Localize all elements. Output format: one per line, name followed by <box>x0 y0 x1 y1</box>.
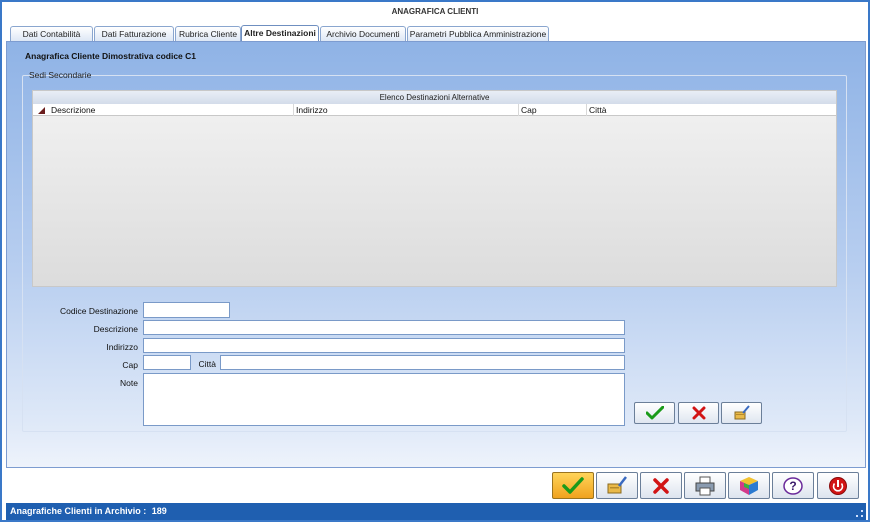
descrizione-label: Descrizione <box>93 324 138 334</box>
cap-input[interactable] <box>143 355 191 370</box>
note-textarea[interactable] <box>143 373 625 426</box>
codice-destinazione-input[interactable] <box>143 302 230 318</box>
note-label: Note <box>120 378 138 388</box>
status-count: 189 <box>151 506 167 516</box>
check-icon <box>562 476 584 494</box>
cap-label: Cap <box>122 360 138 370</box>
x-icon <box>653 477 669 494</box>
status-label: Anagrafiche Clienti in Archivio : <box>10 506 147 516</box>
broom-icon <box>607 475 627 493</box>
clear-row-button[interactable] <box>721 402 762 424</box>
codice-destinazione-label: Codice Destinazione <box>60 306 138 316</box>
tab-dati-fatturazione[interactable]: Dati Fatturazione <box>94 26 174 41</box>
cancel-button[interactable] <box>640 472 682 499</box>
clear-form-button[interactable] <box>596 472 638 499</box>
check-icon <box>645 406 664 420</box>
window-title: ANAGRAFICA CLIENTI <box>2 2 868 24</box>
help-icon: ? <box>783 476 803 495</box>
citta-input[interactable] <box>220 355 625 370</box>
page-title: Anagrafica Cliente Dimostrativa codice C… <box>25 51 197 61</box>
column-header-cap[interactable]: Cap <box>518 104 586 116</box>
indirizzo-label: Indirizzo <box>106 342 138 352</box>
client-registry-window: ANAGRAFICA CLIENTI Dati Contabilità Dati… <box>0 0 870 522</box>
cube-button[interactable] <box>728 472 770 499</box>
save-button[interactable] <box>552 472 594 499</box>
tab-rubrica-cliente[interactable]: Rubrica Cliente <box>175 26 241 41</box>
help-button[interactable]: ? <box>772 472 814 499</box>
confirm-row-button[interactable] <box>634 402 675 424</box>
status-bar: Anagrafiche Clienti in Archivio : 189 <box>6 503 866 520</box>
indirizzo-input[interactable] <box>143 338 625 353</box>
power-icon <box>829 476 847 495</box>
exit-button[interactable] <box>817 472 859 499</box>
citta-label: Città <box>198 359 216 369</box>
print-button[interactable] <box>684 472 726 499</box>
cube-icon <box>740 476 758 495</box>
cancel-row-button[interactable] <box>678 402 719 424</box>
broom-icon <box>734 405 750 420</box>
tab-dati-contabilita[interactable]: Dati Contabilità <box>10 26 93 41</box>
tab-altre-destinazioni[interactable]: Altre Destinazioni <box>241 25 319 41</box>
tab-parametri-pa[interactable]: Parametri Pubblica Amministrazione <box>407 26 549 41</box>
column-header-indirizzo[interactable]: Indirizzo <box>293 104 518 116</box>
x-icon <box>692 406 705 420</box>
tab-archivio-documenti[interactable]: Archivio Documenti <box>320 26 406 41</box>
grid-caption: Elenco Destinazioni Alternative <box>33 91 836 104</box>
sort-indicator-icon <box>38 107 45 114</box>
destinations-grid[interactable]: Elenco Destinazioni Alternative Descrizi… <box>32 90 837 287</box>
column-header-citta[interactable]: Città <box>586 104 834 116</box>
resize-grip-icon[interactable] <box>856 510 863 517</box>
printer-icon <box>695 476 715 495</box>
column-header-label: Descrizione <box>51 105 96 115</box>
group-label: Sedi Secondarie <box>29 70 92 80</box>
tab-bar: Dati Contabilità Dati Fatturazione Rubri… <box>8 25 868 41</box>
svg-text:?: ? <box>789 479 796 493</box>
grid-header: Descrizione Indirizzo Cap Città <box>33 104 836 116</box>
descrizione-input[interactable] <box>143 320 625 335</box>
column-header-descrizione[interactable]: Descrizione <box>33 104 293 116</box>
